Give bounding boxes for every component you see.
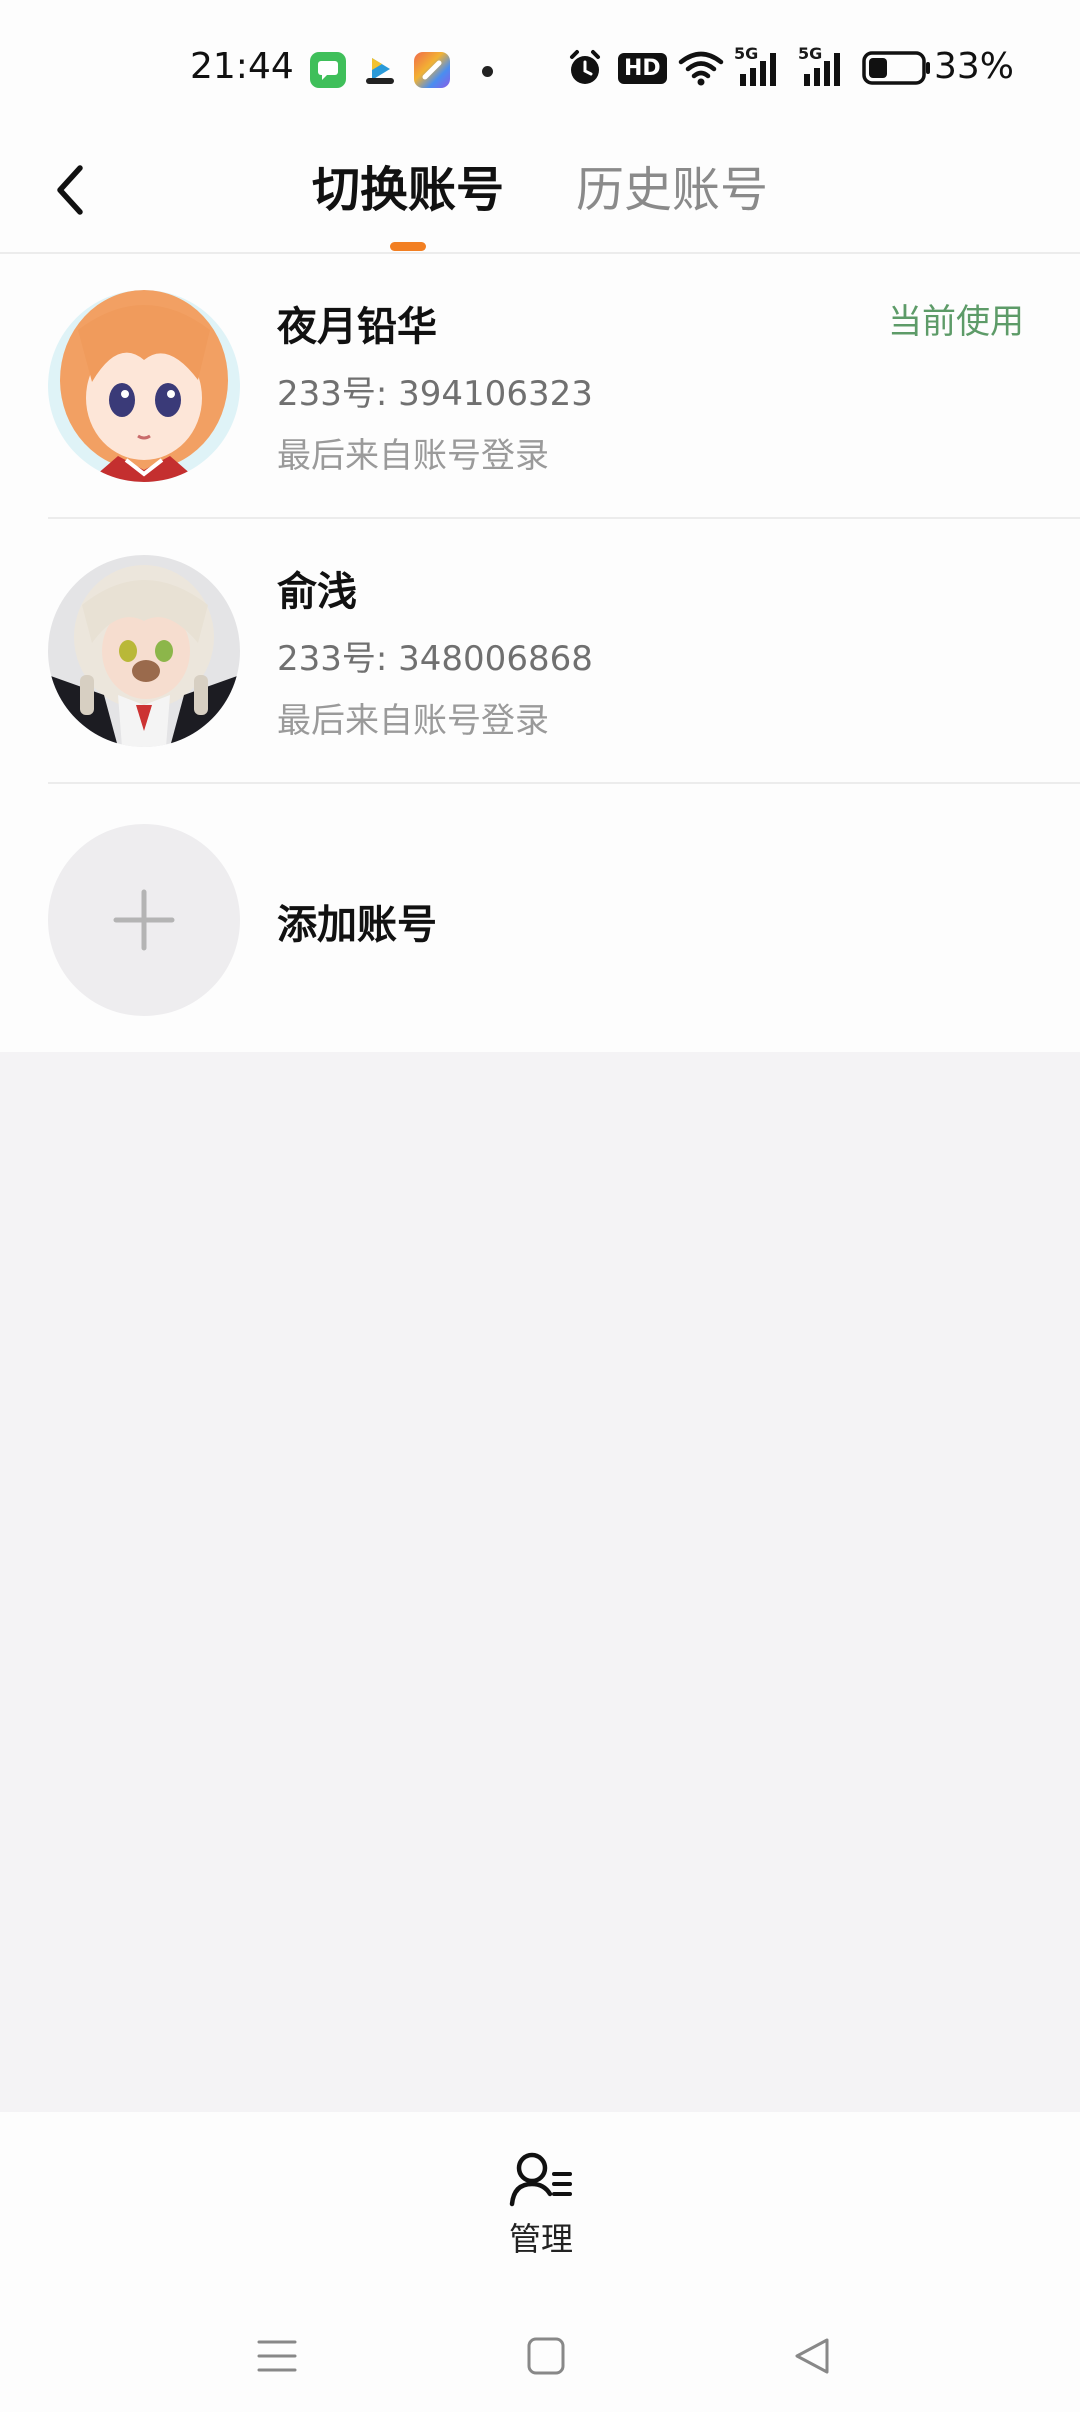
hd-voice-icon: HD [618, 46, 667, 90]
menu-nav-button[interactable] [247, 2326, 307, 2386]
avatar-white-hair-anime-girl [48, 555, 240, 747]
avatar-orange-hair-anime-girl [48, 290, 240, 482]
notification-dot [482, 66, 493, 77]
current-in-use-badge: 当前使用 [888, 302, 1024, 342]
battery-icon [862, 46, 932, 90]
home-nav-button[interactable] [516, 2326, 576, 2386]
signal-5g-icon: 5G [734, 44, 782, 90]
top-header: 切换账号 历史账号 [0, 130, 1080, 254]
manage-button[interactable]: 管理 [500, 2148, 582, 2260]
office-app-icon [414, 52, 450, 88]
account-last-login: 最后来自账号登录 [277, 436, 549, 476]
account-uid: 233号: 348006868 [277, 639, 593, 679]
alarm-icon [566, 46, 604, 90]
status-bar: 21:44 HD 5G 5G 33% [0, 0, 1080, 130]
manage-label: 管理 [508, 2220, 573, 2258]
bottom-bar: 管理 [0, 2112, 1080, 2412]
back-button[interactable] [40, 152, 100, 228]
plus-icon [113, 889, 175, 951]
tab-history-account[interactable]: 历史账号 [576, 150, 768, 230]
account-list: 夜月铅华 233号: 394106323 最后来自账号登录 当前使用 俞浅 23… [0, 254, 1080, 1052]
account-uid: 233号: 394106323 [277, 374, 593, 414]
account-name: 俞浅 [277, 569, 357, 615]
add-account-label[interactable]: 添加账号 [277, 892, 437, 950]
account-row[interactable]: 夜月铅华 233号: 394106323 最后来自账号登录 当前使用 [0, 254, 1080, 519]
wifi-icon [678, 46, 724, 90]
account-last-login: 最后来自账号登录 [277, 701, 549, 741]
back-triangle-icon [795, 2338, 829, 2374]
menu-icon [257, 2340, 297, 2372]
account-row[interactable]: 俞浅 233号: 348006868 最后来自账号登录 [0, 519, 1080, 784]
video-app-icon [362, 52, 398, 88]
status-time: 21:44 [190, 46, 294, 87]
tab-switch-account[interactable]: 切换账号 [312, 150, 504, 230]
user-manage-icon [509, 2152, 572, 2207]
back-nav-button[interactable] [782, 2326, 842, 2386]
active-tab-indicator [390, 242, 426, 251]
hd-badge: HD [618, 52, 667, 84]
add-account-row[interactable]: 添加账号 [0, 784, 1080, 1052]
battery-percent: 33% [934, 46, 1015, 87]
add-account-button[interactable] [48, 824, 240, 1016]
home-icon [527, 2337, 565, 2375]
chevron-left-icon [57, 165, 83, 215]
messages-app-icon [310, 52, 346, 88]
account-name: 夜月铅华 [277, 304, 437, 350]
signal-5g-icon: 5G [798, 44, 846, 90]
